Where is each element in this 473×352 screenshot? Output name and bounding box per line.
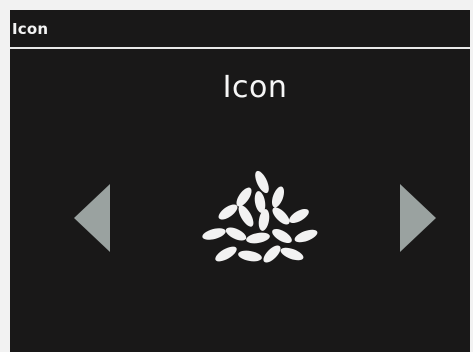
screen-heading: Icon [222,70,288,105]
icon-preview [186,170,326,274]
previous-arrow-button[interactable] [72,182,112,258]
triangle-left-icon [74,184,110,252]
next-arrow-button[interactable] [398,182,438,258]
device-screen: Icon Icon [10,10,470,352]
title-bar: Icon [10,10,470,47]
rice-grains-icon [202,170,318,263]
title-bar-label: Icon [12,20,49,38]
title-divider [10,47,470,49]
triangle-right-icon [400,184,436,252]
